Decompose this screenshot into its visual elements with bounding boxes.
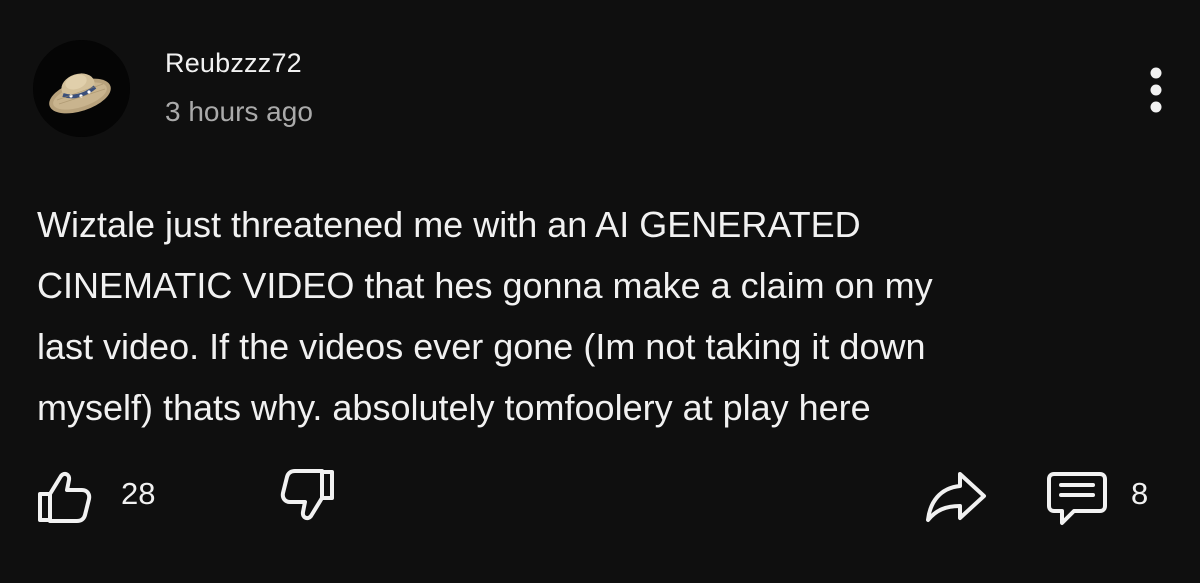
straw-hat-avatar-icon [33,40,130,137]
like-button[interactable] [34,470,94,526]
thumbs-down-icon [280,469,334,521]
comment-card: Reubzzz72 3 hours ago Wiztale just threa… [0,0,1200,583]
comment-timestamp: 3 hours ago [165,96,313,127]
dislike-button[interactable] [272,466,338,528]
comment-text: Wiztale just threatened me with an AI GE… [37,204,933,428]
avatar[interactable] [33,40,130,137]
more-vertical-icon [1150,67,1162,113]
share-arrow-icon [926,472,986,522]
like-count: 28 [121,476,156,511]
reply-count: 8 [1131,476,1149,511]
share-button[interactable] [924,466,988,526]
author-name[interactable]: Reubzzz72 [165,48,302,79]
more-options-button[interactable] [1136,62,1176,122]
replies-button[interactable] [1044,468,1110,530]
thumbs-up-icon [38,471,92,523]
comment-bubble-icon [1047,472,1107,525]
